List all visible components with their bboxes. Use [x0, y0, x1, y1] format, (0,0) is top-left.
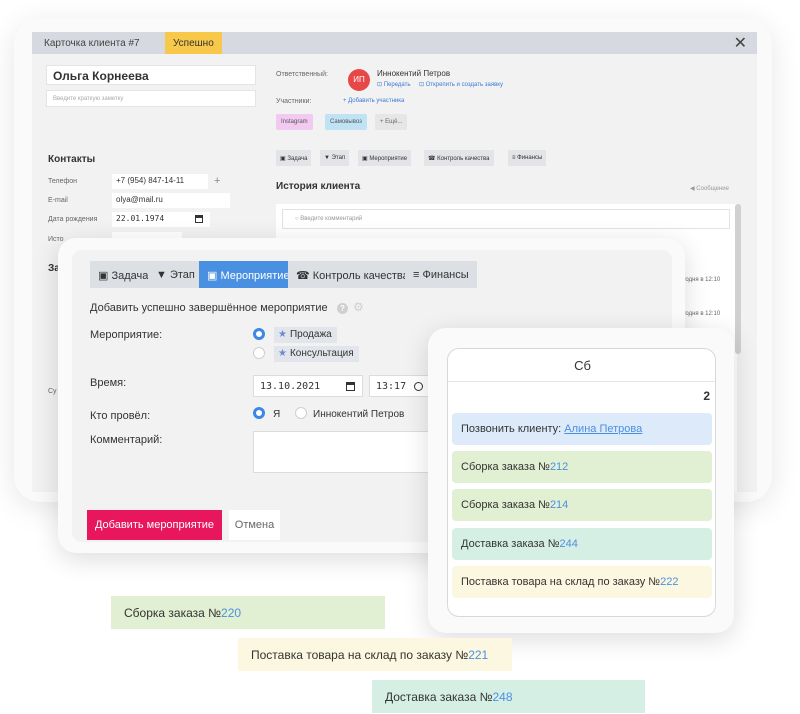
- status-badge: Успешно: [165, 32, 222, 54]
- history-time-2: егодня в 12:10: [680, 311, 721, 317]
- source-label: Исто: [48, 236, 64, 243]
- event-label: Мероприятие:: [90, 329, 163, 341]
- option-innokentiy[interactable]: Иннокентий Петров: [313, 409, 404, 420]
- time-label: Время:: [90, 377, 127, 389]
- tab-event[interactable]: ▣ Мероприятие: [199, 261, 298, 288]
- option-consultation[interactable]: ★ Консультация: [274, 346, 359, 362]
- modal-title: Добавить успешно завершённое мероприятие: [90, 302, 328, 314]
- calendar-icon[interactable]: [346, 382, 355, 391]
- contacts-heading: Контакты: [48, 154, 96, 165]
- radio-consultation[interactable]: [253, 347, 265, 359]
- responsible-name: Иннокентий Петров: [377, 69, 451, 78]
- history-time-1: егодня в 12:10: [680, 277, 721, 283]
- order-card[interactable]: Сборка заказа №220: [111, 596, 385, 629]
- client-link[interactable]: Алина Петрова: [564, 423, 642, 435]
- phone-field[interactable]: +7 (954) 847-14-11: [112, 174, 208, 189]
- tag-more[interactable]: + Ещё...: [375, 114, 408, 130]
- birth-label: Дата рождения: [48, 216, 98, 223]
- short-note-field[interactable]: Введите краткую заметку: [46, 90, 256, 107]
- order-card[interactable]: Поставка товара на склад по заказу №221: [238, 638, 512, 671]
- clock-icon[interactable]: [414, 382, 423, 391]
- transfer-link[interactable]: ⊡ Передать: [377, 81, 410, 88]
- star-icon: ★: [278, 329, 287, 340]
- help-icon[interactable]: ?: [337, 303, 348, 314]
- history-heading: История клиента: [276, 181, 361, 192]
- option-sale[interactable]: ★ Продажа: [274, 327, 337, 343]
- tab-stage[interactable]: ▼ Этап: [148, 261, 203, 288]
- mini-tab-quality[interactable]: ☎ Контроль качества: [424, 150, 494, 166]
- comment-label: Комментарий:: [90, 434, 163, 446]
- participants-label: Участники:: [276, 98, 312, 105]
- responsible-label: Ответственный:: [276, 71, 328, 78]
- calendar-icon[interactable]: [195, 215, 203, 223]
- calendar-event[interactable]: Сборка заказа №214: [452, 489, 712, 521]
- mini-tab-stage[interactable]: ▼ Этап: [320, 150, 350, 166]
- tag-pickup[interactable]: Самовывоз: [325, 114, 367, 130]
- who-label: Кто провёл:: [90, 410, 151, 422]
- order-card[interactable]: Доставка заказа №248: [372, 680, 645, 713]
- gear-icon[interactable]: ⚙: [353, 300, 364, 314]
- comment-textarea[interactable]: [253, 431, 453, 473]
- radio-me[interactable]: [253, 407, 265, 419]
- tab-finance[interactable]: ≡ Финансы: [405, 261, 477, 288]
- calendar-event[interactable]: Поставка товара на склад по заказу №222: [452, 566, 712, 598]
- radio-sale[interactable]: [253, 328, 265, 340]
- email-field[interactable]: olya@mail.ru: [112, 193, 230, 208]
- message-link[interactable]: ◀ Сообщение: [690, 185, 729, 192]
- email-label: E-mail: [48, 197, 68, 204]
- weekday-header: Сб: [448, 349, 715, 382]
- mini-tab-event[interactable]: ▣ Мероприятие: [358, 150, 412, 166]
- day-number: 2: [703, 389, 710, 403]
- cancel-button[interactable]: Отмена: [229, 510, 280, 540]
- client-card-title: Карточка клиента #7: [44, 38, 140, 49]
- calendar-event[interactable]: Позвонить клиенту: Алина Петрова: [452, 413, 712, 445]
- section-label-su: Су: [48, 388, 57, 395]
- add-participant-link[interactable]: + Добавить участника: [343, 98, 404, 104]
- close-icon[interactable]: ✕: [734, 33, 747, 53]
- comment-input[interactable]: ○ Введите комментарий: [282, 209, 730, 229]
- calendar-day: Сб 2 Позвонить клиенту: Алина Петрова Сб…: [447, 348, 716, 617]
- history-scrollbar[interactable]: [735, 204, 741, 354]
- avatar: ИП: [348, 69, 370, 91]
- phone-label: Телефон: [48, 178, 78, 185]
- star-icon: ★: [278, 348, 287, 359]
- tag-instagram[interactable]: Instagram: [276, 114, 313, 130]
- option-me[interactable]: Я: [273, 409, 280, 420]
- radio-innokentiy[interactable]: [295, 407, 307, 419]
- unpin-link[interactable]: ⊡ Открепить и создать заявку: [419, 81, 503, 88]
- calendar-event[interactable]: Доставка заказа №244: [452, 528, 712, 560]
- client-name-field[interactable]: Ольга Корнеева: [46, 65, 256, 85]
- client-card-titlebar: Карточка клиента #7 Успешно ✕: [32, 32, 757, 54]
- tab-quality-control[interactable]: ☎ Контроль качества: [288, 261, 417, 288]
- mini-tab-task[interactable]: ▣ Задача: [276, 150, 312, 166]
- calendar-event[interactable]: Сборка заказа №212: [452, 451, 712, 483]
- tab-task[interactable]: ▣ Задача: [90, 261, 157, 288]
- mini-tab-finance[interactable]: ≡ Финансы: [508, 150, 547, 166]
- add-phone-icon[interactable]: +: [214, 175, 220, 187]
- add-event-button[interactable]: Добавить мероприятие: [87, 510, 222, 540]
